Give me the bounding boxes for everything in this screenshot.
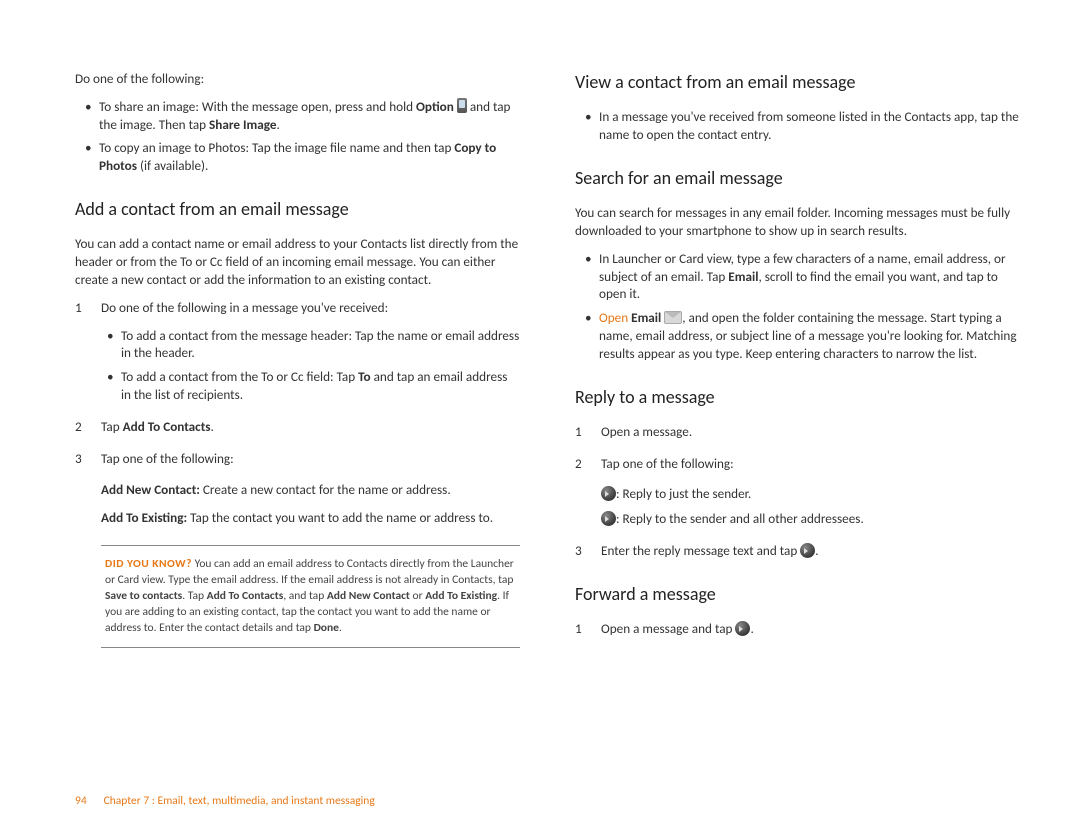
reply-option-sender: : Reply to just the sender.: [601, 485, 1020, 503]
right-column: View a contact from an email message In …: [575, 70, 1020, 654]
bold: Add New Contact:: [101, 481, 200, 498]
heading-add-contact: Add a contact from an email message: [75, 197, 520, 221]
text: or: [410, 589, 425, 603]
heading-view-contact: View a contact from an email message: [575, 70, 1020, 94]
bullet-open-email-search: Open Email , and open the folder contain…: [589, 309, 1020, 362]
search-bullets: In Launcher or Card view, type a few cha…: [575, 250, 1020, 363]
text: To copy an image to Photos: Tap the imag…: [99, 139, 454, 156]
heading-reply: Reply to a message: [575, 385, 1020, 409]
reply-step-1: Open a message.: [575, 423, 1020, 441]
text: .: [277, 116, 280, 133]
reply-option-all: : Reply to the sender and all other addr…: [601, 510, 1020, 528]
forward-icon: [735, 621, 750, 636]
text: Enter the reply message text and tap: [601, 542, 800, 559]
intro-text: Do one of the following:: [75, 70, 520, 88]
add-contact-steps: Do one of the following in a message you…: [75, 299, 520, 468]
step1-sub-bullets: To add a contact from the message header…: [101, 327, 520, 404]
intro-bullets: To share an image: With the message open…: [75, 98, 520, 175]
sub-bullet-to-cc: To add a contact from the To or Cc field…: [111, 368, 520, 404]
bullet-copy-photos: To copy an image to Photos: Tap the imag…: [89, 139, 520, 175]
send-icon: [800, 543, 815, 558]
bold: Add To Contacts: [207, 589, 284, 603]
bold: Email: [728, 268, 758, 285]
forward-steps: Open a message and tap .: [575, 620, 1020, 638]
text: Create a new contact for the name or add…: [200, 481, 451, 498]
text: To share an image: With the message open…: [99, 98, 416, 115]
text: , and tap: [283, 589, 327, 603]
text: Tap one of the following:: [101, 450, 234, 467]
text: To add a contact from the To or Cc field…: [121, 368, 358, 385]
text: . Tap: [182, 589, 206, 603]
option-add-existing: Add To Existing: Tap the contact you wan…: [75, 509, 520, 527]
bold: Add To Contacts: [123, 418, 211, 435]
document-page: Do one of the following: To share an ima…: [0, 0, 1080, 834]
bold: Add New Contact: [327, 589, 410, 603]
view-contact-bullets: In a message you've received from someon…: [575, 108, 1020, 144]
option-add-new: Add New Contact: Create a new contact fo…: [75, 481, 520, 499]
step-2: Tap Add To Contacts.: [75, 418, 520, 436]
text: : Reply to the sender and all other addr…: [616, 510, 864, 527]
bold: Option: [416, 98, 454, 115]
heading-search: Search for an email message: [575, 166, 1020, 190]
bold: Email: [628, 309, 661, 326]
bullet-view-contact: In a message you've received from someon…: [589, 108, 1020, 144]
option-key-icon: [457, 98, 467, 113]
reply-icon: [601, 486, 616, 501]
two-column-layout: Do one of the following: To share an ima…: [75, 70, 1020, 654]
text: (if available).: [137, 157, 208, 174]
bold: To: [358, 368, 370, 385]
search-description: You can search for messages in any email…: [575, 204, 1020, 240]
text: Tap the contact you want to add the name…: [187, 509, 493, 526]
left-column: Do one of the following: To share an ima…: [75, 70, 520, 654]
reply-all-icon: [601, 511, 616, 526]
bold: Done: [314, 621, 339, 635]
text: .: [211, 418, 214, 435]
step-3: Tap one of the following:: [75, 450, 520, 468]
bullet-share-image: To share an image: With the message open…: [89, 98, 520, 134]
chapter-label: Chapter 7 : Email, text, multimedia, and…: [104, 794, 375, 808]
text: , and open the folder containing the mes…: [599, 309, 1017, 362]
sub-bullet-header: To add a contact from the message header…: [111, 327, 520, 363]
forward-step-1: Open a message and tap .: [575, 620, 1020, 638]
text: .: [339, 621, 342, 635]
text: Open a message and tap: [601, 620, 735, 637]
reply-step-2: Tap one of the following: : Reply to jus…: [575, 455, 1020, 528]
heading-forward: Forward a message: [575, 582, 1020, 606]
text: Tap: [101, 418, 123, 435]
text: : Reply to just the sender.: [616, 485, 751, 502]
tip-lead: DID YOU KNOW?: [105, 557, 192, 571]
bold: Add To Existing:: [101, 509, 187, 526]
text: Tap one of the following:: [601, 455, 734, 472]
email-icon: [664, 311, 682, 324]
text: .: [750, 620, 753, 637]
bold: Save to contacts: [105, 589, 182, 603]
did-you-know-box: DID YOU KNOW? You can add an email addre…: [101, 545, 520, 647]
text: Do one of the following in a message you…: [101, 299, 388, 316]
page-footer: 94 Chapter 7 : Email, text, multimedia, …: [75, 794, 375, 808]
bullet-launcher-search: In Launcher or Card view, type a few cha…: [589, 250, 1020, 303]
step-1: Do one of the following in a message you…: [75, 299, 520, 404]
open-link[interactable]: Open: [599, 309, 628, 326]
page-number: 94: [75, 794, 101, 808]
bold: Add To Existing: [425, 589, 497, 603]
reply-steps: Open a message. Tap one of the following…: [575, 423, 1020, 560]
text: .: [815, 542, 818, 559]
bold: Share Image: [209, 116, 276, 133]
reply-step-3: Enter the reply message text and tap .: [575, 542, 1020, 560]
add-contact-description: You can add a contact name or email addr…: [75, 235, 520, 288]
